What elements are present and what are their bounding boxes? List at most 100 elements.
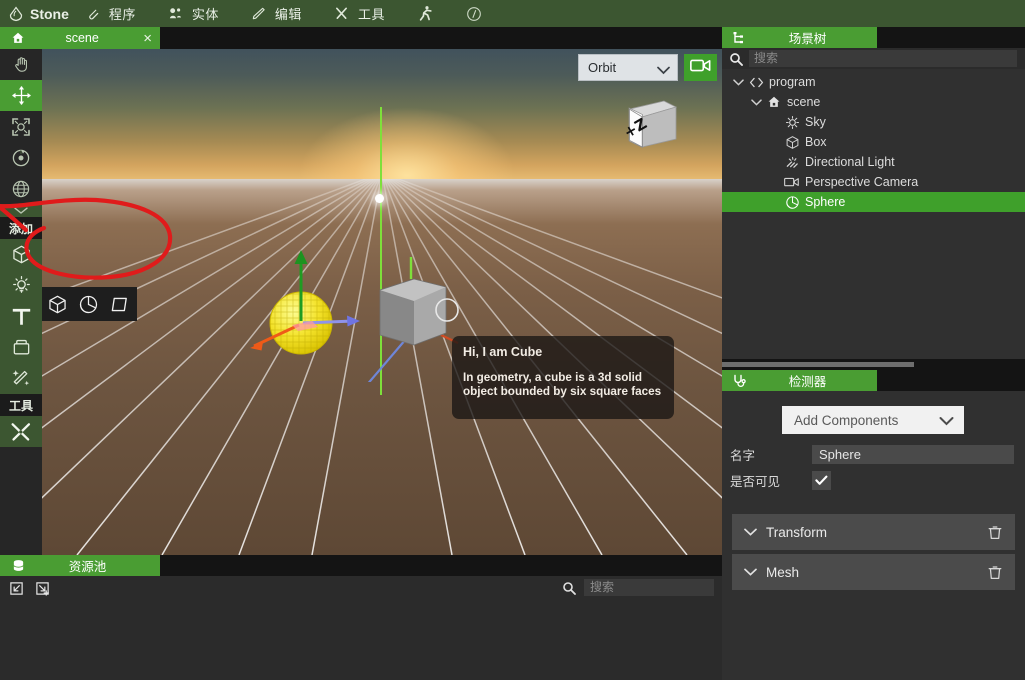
- tree-node-sky[interactable]: Sky: [722, 112, 1025, 132]
- resource-pool-title: 资源池: [68, 560, 107, 574]
- component-name: Mesh: [766, 564, 800, 580]
- tab-title: scene: [65, 31, 99, 45]
- video-camera-icon: [782, 176, 802, 188]
- menu-item-edit[interactable]: 编辑: [235, 0, 318, 27]
- menu-item-tools[interactable]: 工具: [318, 0, 401, 27]
- tree-node-directional-light[interactable]: Directional Light: [722, 152, 1025, 172]
- menu-item-run[interactable]: [401, 0, 450, 27]
- entity-icon: [168, 6, 183, 21]
- tree-node-sphere[interactable]: Sphere: [722, 192, 1025, 212]
- add-components-dropdown[interactable]: Add Components: [782, 406, 964, 434]
- menu-label-program: 程序: [108, 7, 136, 22]
- tree-node-label: Directional Light: [805, 155, 895, 169]
- view-orientation-cube[interactable]: +Z: [621, 95, 680, 151]
- database-icon: [12, 559, 25, 572]
- sphere-outline-icon: [782, 195, 802, 210]
- pencil-icon: [251, 6, 266, 21]
- chevron-down-icon[interactable]: [744, 528, 757, 536]
- search-icon: [729, 52, 743, 66]
- code-icon: [746, 76, 766, 89]
- tree-node-perspective-camera[interactable]: Perspective Camera: [722, 172, 1025, 192]
- add-effect-tool[interactable]: [0, 363, 42, 394]
- add-shape-flyout: [42, 287, 137, 321]
- tree-node-scene[interactable]: scene: [722, 92, 1025, 112]
- hammer-tool[interactable]: [0, 416, 42, 447]
- tab-scene[interactable]: scene ×: [0, 27, 160, 49]
- tree-node-box[interactable]: Box: [722, 132, 1025, 152]
- add-components-label: Add Components: [794, 412, 899, 428]
- rotate-tool[interactable]: [0, 142, 42, 173]
- tab-close-icon[interactable]: ×: [143, 31, 152, 46]
- scene-viewport[interactable]: Hi, I am Cube In geometry, a cube is a 3…: [42, 49, 722, 555]
- import-icon[interactable]: [6, 578, 26, 598]
- cube-outline-icon: [782, 135, 802, 150]
- add-asset-icon[interactable]: [32, 578, 52, 598]
- select-hand-tool[interactable]: [0, 49, 42, 80]
- scale-tool[interactable]: [0, 111, 42, 142]
- brand-label: Stone: [30, 5, 69, 22]
- tree-node-label: program: [769, 75, 816, 89]
- move-tool[interactable]: [0, 80, 42, 111]
- inspector-header: 检测器: [722, 370, 1025, 391]
- scene-tree-tab[interactable]: 场景树: [722, 27, 877, 48]
- chevron-down-icon[interactable]: [744, 568, 757, 576]
- chevron-down-icon[interactable]: [748, 98, 764, 106]
- visible-field-row: 是否可见: [722, 471, 831, 490]
- inspector-tab[interactable]: 检测器: [722, 370, 877, 391]
- menu-label-tools: 工具: [357, 7, 385, 22]
- scene-tree-search-input[interactable]: 搜索: [749, 50, 1017, 67]
- chevron-down-icon[interactable]: [730, 78, 746, 86]
- add-container-tool[interactable]: [0, 332, 42, 363]
- add-cube-shape-button[interactable]: [42, 287, 73, 321]
- component-mesh[interactable]: Mesh: [732, 554, 1015, 590]
- sun-dot: [375, 194, 384, 203]
- resource-pool-search-input[interactable]: 搜索: [584, 579, 714, 596]
- menu-item-info[interactable]: [450, 0, 498, 27]
- name-field-row: 名字 Sphere: [722, 445, 1014, 464]
- light-rays-icon: [782, 155, 802, 170]
- menu-label-entity: 实体: [191, 7, 219, 22]
- scene-tree-title: 场景树: [788, 32, 827, 46]
- resource-pool-toolbar: 搜索: [0, 576, 722, 600]
- trash-icon[interactable]: [988, 565, 1002, 580]
- add-text-tool[interactable]: [0, 301, 42, 332]
- tree-node-program[interactable]: program: [722, 72, 1025, 92]
- resource-pool-panel: 资源池 搜索: [0, 555, 722, 680]
- add-plane-shape-button[interactable]: [104, 287, 135, 321]
- trash-icon[interactable]: [988, 525, 1002, 540]
- tabbar-empty: [160, 27, 725, 49]
- run-icon: [417, 5, 434, 22]
- scrollbar-thumb[interactable]: [722, 362, 914, 367]
- component-transform[interactable]: Transform: [732, 514, 1015, 550]
- scene-tree-horizontal-scrollbar[interactable]: [722, 359, 1025, 370]
- name-label: 名字: [730, 449, 756, 463]
- stethoscope-icon: [732, 374, 746, 388]
- info-clock-icon: [466, 6, 482, 22]
- add-shape-tool[interactable]: [0, 239, 42, 270]
- inspector-title: 检测器: [788, 375, 827, 389]
- visible-checkbox[interactable]: [812, 471, 831, 490]
- name-input[interactable]: Sphere: [812, 445, 1014, 464]
- inspector-panel: Add Components 名字 Sphere 是否可见 Transform …: [722, 391, 1025, 680]
- left-toolbar-collapse[interactable]: [0, 204, 42, 217]
- menu-item-entity[interactable]: 实体: [152, 0, 235, 27]
- menu-bar: Stone 程序 实体 编辑 工具: [0, 0, 1025, 27]
- add-light-tool[interactable]: [0, 270, 42, 301]
- tree-node-label: Box: [805, 135, 827, 149]
- add-sphere-shape-button[interactable]: [73, 287, 104, 321]
- view-mode-dropdown[interactable]: Orbit: [578, 54, 678, 81]
- tools-icon: [334, 6, 349, 21]
- resource-pool-tab[interactable]: 资源池: [0, 555, 160, 576]
- tooltip-body: In geometry, a cube is a 3d solid object…: [463, 371, 662, 398]
- scene-tree-header: 场景树: [722, 27, 1025, 48]
- camera-preview-button[interactable]: [684, 54, 717, 81]
- global-tool[interactable]: [0, 173, 42, 204]
- app-brand: Stone: [0, 6, 69, 22]
- menu-item-program[interactable]: 程序: [69, 0, 152, 27]
- sun-glow: [262, 49, 552, 181]
- sky-icon: [782, 115, 802, 130]
- cube-tooltip: Hi, I am Cube In geometry, a cube is a 3…: [452, 336, 674, 419]
- resource-pool-content[interactable]: [0, 600, 722, 680]
- video-camera-icon: [690, 58, 711, 78]
- left-toolbar: 添加 工具: [0, 49, 42, 555]
